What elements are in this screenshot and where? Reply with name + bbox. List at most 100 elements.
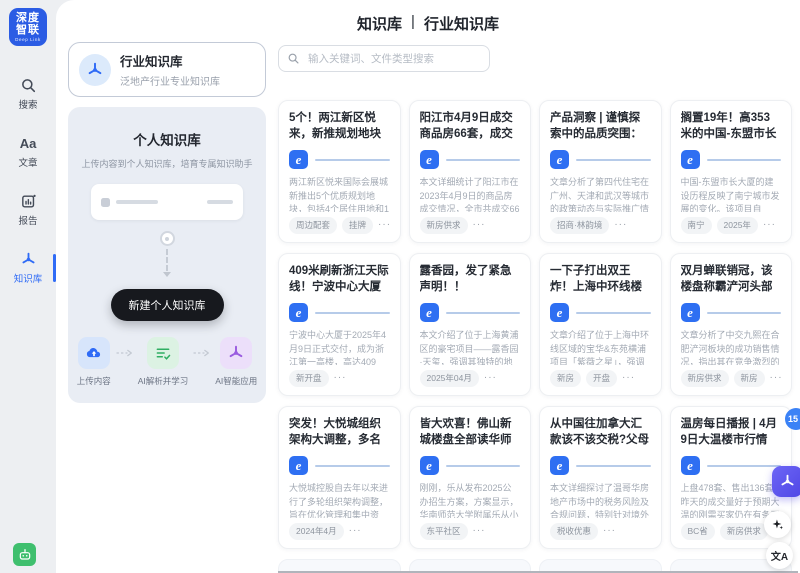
- divider: [315, 464, 390, 467]
- kb-cube-icon: [79, 53, 111, 86]
- tag-pill: BC省: [680, 522, 715, 540]
- assistant-robot-button[interactable]: [13, 543, 36, 566]
- more-tags-button[interactable]: ···: [473, 220, 486, 230]
- divider: [445, 311, 520, 314]
- card-tags: 新房供求 ···: [419, 216, 521, 234]
- sidebar-nav: 搜索 Aa 文章 报告 知识库: [0, 72, 56, 290]
- personal-kb-subtitle: 上传内容到个人知识库，培育专属知识助手: [81, 159, 253, 169]
- doc-source-icon: e: [550, 150, 569, 169]
- article-aa-icon: Aa: [19, 136, 37, 151]
- kb-article-card[interactable]: 阳江市4月9日成交商品房66套，成交均... e 本文详细统计了阳江市在2023…: [408, 100, 531, 243]
- translate-icon: 文A: [770, 552, 789, 563]
- app-logo-subtext: Deep Link: [15, 37, 41, 43]
- ai-sparkle-button[interactable]: [764, 511, 791, 538]
- card-tags: 东平社区 ···: [419, 522, 521, 540]
- kb-article-card[interactable]: 从中国往加拿大汇款该不该交税?父母赠与... e 本文详细探讨了温哥华房地产市场…: [539, 406, 662, 549]
- kb-article-card[interactable]: 产品洞察 | 谨慎探索中的品质突围：聚焦多... e 文章分析了第四代住宅在广州…: [539, 100, 662, 243]
- kb-steps: 上传内容 AI解析并学习 AI智能应用: [76, 337, 258, 387]
- card-summary: 文章分析了第四代住宅在广州、天津和武汉等城市的政策动态与实际推广情况，广州通过特…: [550, 177, 650, 212]
- dashed-arrow-icon: [116, 349, 133, 357]
- tag-pill: 2025年04月: [419, 369, 479, 387]
- kb-article-card[interactable]: 皆大欢喜！佛山新城楼盘全部读华师附小，... e 刚刚，乐从发布2025公办招生…: [408, 406, 531, 549]
- kb-article-card[interactable]: 露香园，发了紧急声明！！ e 本文介绍了位于上海黄浦区的豪宅项目——露香园·天玺…: [408, 253, 531, 396]
- more-tags-button[interactable]: ···: [334, 373, 347, 383]
- more-tags-button[interactable]: ···: [763, 220, 776, 230]
- divider: [576, 464, 651, 467]
- divider: [315, 158, 390, 161]
- kb-article-card[interactable]: 双月蝉联销冠，该楼盘称霸浐河头部板块的... e 文章分析了中交九熙在合肥浐河板…: [669, 253, 792, 396]
- card-summary: 本文详细探讨了温哥华房地产市场中的税务风险及合规问题，特别针对境外汇款、投资房产…: [550, 483, 650, 518]
- industry-kb-card[interactable]: 行业知识库 泛地产行业专业知识库: [68, 42, 266, 97]
- doc-source-icon: e: [419, 456, 439, 475]
- more-tags-button[interactable]: ···: [614, 220, 627, 230]
- sidebar-item-label: 文章: [18, 158, 38, 169]
- doc-source-icon: e: [550, 456, 569, 475]
- step-label: 上传内容: [76, 376, 111, 386]
- kb-left-column: 行业知识库 泛地产行业专业知识库 个人知识库 上传内容到个人知识库，培育专属知识…: [68, 42, 266, 403]
- tag-pill: 周边配套: [289, 216, 338, 234]
- divider: [576, 311, 651, 314]
- card-title: 搁置19年！高353米的中国-东盟市长大厦“...: [680, 112, 777, 141]
- notification-badge[interactable]: 15: [785, 408, 800, 430]
- doc-source-icon: e: [419, 303, 439, 322]
- more-tags-button[interactable]: ···: [473, 526, 486, 536]
- card-summary: 本文介绍了位于上海黄浦区的豪宅项目——露香园·天玺，强调其独特的地理位置和文化价…: [419, 330, 519, 365]
- more-tags-button[interactable]: ···: [484, 373, 497, 383]
- search-input[interactable]: [306, 51, 481, 66]
- more-tags-button[interactable]: ···: [378, 220, 391, 230]
- page-title-right: 行业知识库: [423, 16, 499, 33]
- sidebar-item-label: 搜索: [18, 100, 38, 111]
- illustration-document: [91, 184, 243, 220]
- card-tags: 新房供求 新房 ···: [680, 369, 783, 387]
- card-summary: 中国-东盟市长大厦的建设历程反映了南宁城市发展的变化。该项目自2006年启动，原…: [680, 177, 780, 212]
- kb-article-card[interactable]: 搁置19年！高353米的中国-东盟市长大厦“... e 中国-东盟市长大厦的建设…: [669, 100, 792, 243]
- kb-article-card[interactable]: 409米刷新浙江天际线！宁波中心大厦正式... e 宁波中心大厦于2025年4月…: [278, 253, 401, 396]
- main-panel: 知识库 | 行业知识库 行业知识库 泛地产行业专业知识库 个人知识库 上传内容到…: [56, 0, 800, 573]
- tag-pill: 新房: [733, 369, 765, 387]
- card-title: 突发！大悦城组织架构大调整，多名高管离职: [289, 418, 381, 447]
- search-bar[interactable]: [278, 45, 490, 72]
- divider: [315, 311, 390, 314]
- tag-pill: 开盘: [586, 369, 618, 387]
- card-title: 409米刷新浙江天际线！宁波中心大厦正式...: [289, 265, 389, 294]
- card-summary: 两江新区悦来国际会展城新推出5个优质规划地块，包括4个居住用地和1个服务设施兼商…: [289, 177, 390, 212]
- doc-source-icon: e: [680, 150, 700, 169]
- kb-article-card[interactable]: 突发！大悦城组织架构大调整，多名高管离职 e 大悦城控股自去年以来进行了多轮组织…: [278, 406, 401, 549]
- sidebar: 深度 智联 Deep Link 搜索 Aa 文章 报告 知识库: [0, 0, 56, 573]
- card-summary: 本文详细统计了阳江市在2023年4月9日的商品房成交情况，全市共成交66套商品房…: [419, 177, 520, 212]
- sidebar-item-search[interactable]: 搜索: [0, 72, 56, 116]
- divider: [445, 158, 520, 161]
- page-title-separator: |: [411, 13, 415, 30]
- more-tags-button[interactable]: ···: [622, 373, 635, 383]
- sidebar-item-reports[interactable]: 报告: [0, 188, 56, 232]
- create-personal-kb-button[interactable]: 新建个人知识库: [110, 289, 224, 321]
- card-summary: 上盘478套、售出136套昨天的成交量好于预期大温的刚需买家仍在有条不紊地买房尽…: [680, 483, 780, 518]
- kb-article-card[interactable]: 一下子打出双王炸！上海中环线楼盘的天花... e 文章介绍了位于上海中环线区域的…: [539, 253, 662, 396]
- step-label: AI解析并学习: [137, 376, 189, 386]
- card-title: 双月蝉联销冠，该楼盘称霸浐河头部板块的...: [680, 265, 773, 294]
- sidebar-item-knowledge-base[interactable]: 知识库: [0, 246, 56, 290]
- more-tags-button[interactable]: ···: [770, 373, 783, 383]
- tag-pill: 南宁: [680, 216, 712, 234]
- more-tags-button[interactable]: ···: [603, 526, 616, 536]
- tag-pill: 挂牌: [342, 216, 374, 234]
- card-summary: 刚刚，乐从发布2025公办招生方案，方案显示，华南师范大学附属乐从小学学区范围为…: [419, 483, 519, 518]
- sparkle-icon: [771, 518, 784, 531]
- card-tags: 新开盘 ···: [289, 369, 390, 387]
- kb-article-card[interactable]: 5个！两江新区悦来，新推规划地块 e 两江新区悦来国际会展城新推出5个优质规划地…: [278, 100, 401, 243]
- doc-source-icon: e: [289, 150, 308, 169]
- kb-assistant-float-button[interactable]: [772, 466, 800, 497]
- illustration-node: [159, 231, 175, 246]
- translate-button[interactable]: 文A: [766, 542, 793, 569]
- knowledge-cube-icon: [20, 251, 37, 268]
- app-logo[interactable]: 深度 智联 Deep Link: [9, 8, 47, 46]
- doc-source-icon: e: [419, 150, 439, 169]
- card-title: 温房每日播报 | 4月9日大温楼市行情: [680, 418, 778, 447]
- ai-app-cube-icon: [220, 337, 253, 369]
- sidebar-item-articles[interactable]: Aa 文章: [0, 130, 56, 174]
- more-tags-button[interactable]: ···: [349, 526, 362, 536]
- step-label: AI智能应用: [215, 376, 258, 386]
- sidebar-item-label: 知识库: [13, 274, 43, 285]
- card-summary: 大悦城控股自去年以来进行了多轮组织架构调整，旨在优化管理和集中资源。2024年4…: [289, 483, 389, 518]
- search-icon: [287, 52, 300, 65]
